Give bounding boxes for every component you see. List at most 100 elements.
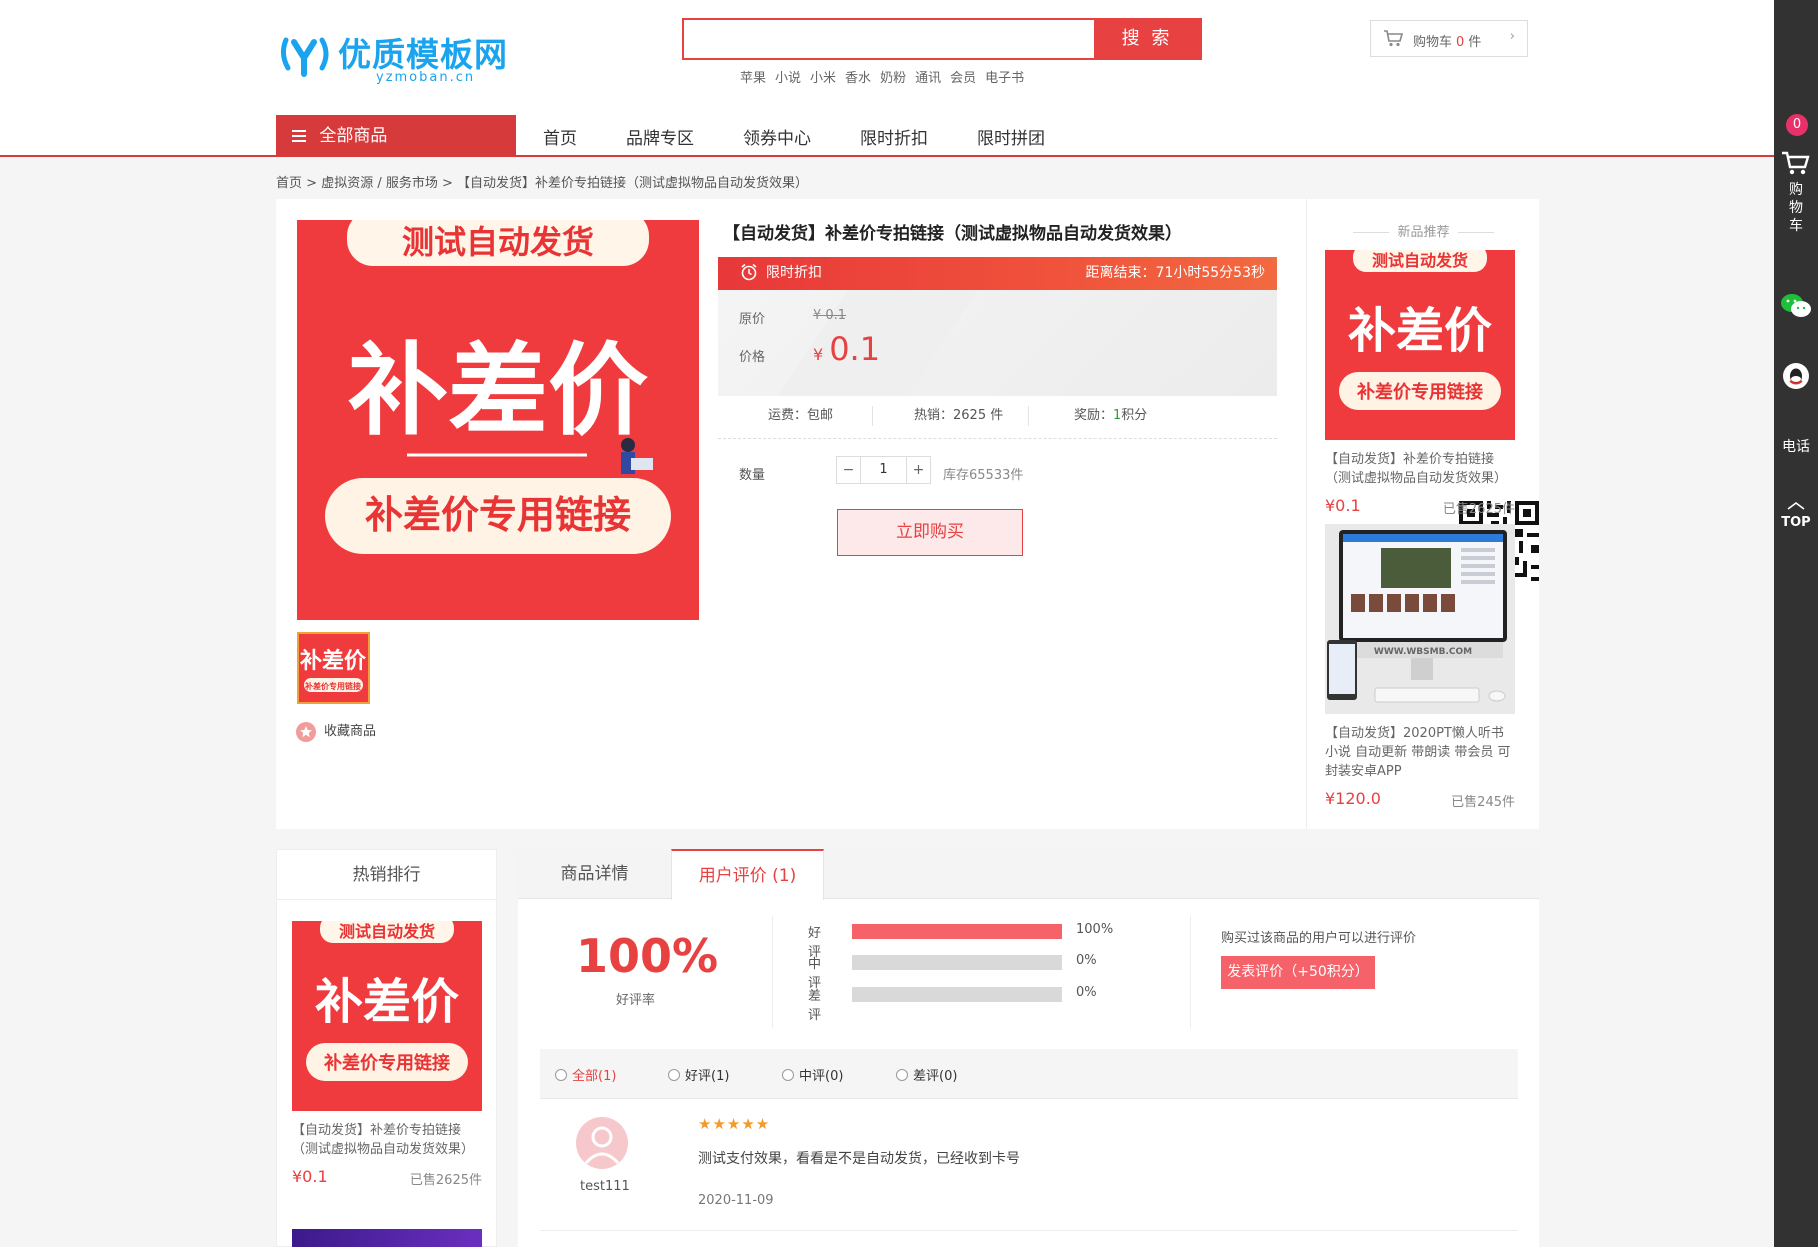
product-tabs-panel: 商品详情 用户评价 (1) 100% 好评率 好评 100% 中评 0% 差评 …	[518, 849, 1539, 1247]
hot-image-bottom-text: 补差价专用链接	[323, 1052, 450, 1074]
image-main-text: 补差价	[348, 332, 648, 449]
reward-info: 奖励：1积分	[1074, 406, 1147, 426]
countdown: 距离结束：71小时55分53秒	[1085, 265, 1265, 281]
recommend-item-price: ¥0.1	[1325, 496, 1361, 515]
review-eligibility-text: 购买过该商品的用户可以进行评价	[1221, 931, 1417, 946]
breadcrumb-category[interactable]: 虚拟资源 / 服务市场	[321, 176, 438, 191]
sidebar-cart-badge: 0	[1786, 114, 1808, 136]
new-products-panel: 新品推荐 测试自动发货 补差价 补差价专用链接 【自动发货】补差价专拍链接（测试…	[1306, 199, 1539, 829]
chevron-right-icon: ›	[1509, 29, 1515, 44]
filter-all-radio[interactable]: 全部(1)	[555, 1065, 616, 1084]
nav-item-group-buy[interactable]: 限时拼团	[977, 129, 1045, 149]
new-products-heading: 新品推荐	[1307, 221, 1540, 240]
breadcrumb-home[interactable]: 首页	[276, 176, 302, 191]
flash-sale-label: 限时折扣	[766, 265, 822, 281]
reward-label: 奖励：	[1074, 408, 1114, 423]
breadcrumb-current: 【自动发货】补差价专拍链接（测试虚拟物品自动发货效果）	[457, 176, 809, 191]
nav-item-coupons[interactable]: 领券中心	[743, 129, 811, 149]
positive-rate: 100%	[576, 929, 719, 983]
logo-name: 优质模板网	[338, 35, 508, 74]
hotword-link[interactable]: 奶粉	[880, 71, 906, 86]
rating-bar-percent: 0%	[1076, 985, 1097, 1000]
search-input[interactable]	[684, 20, 1096, 58]
recommend-item-name[interactable]: 【自动发货】补差价专拍链接（测试虚拟物品自动发货效果）	[1325, 450, 1515, 488]
tab-reviews[interactable]: 用户评价 (1)	[671, 849, 824, 900]
hot-item-sold: 已售2625件	[409, 1173, 482, 1188]
filter-negative-radio[interactable]: 差评(0)	[896, 1065, 957, 1084]
rating-bar-fill	[852, 924, 1062, 939]
product-thumbnail[interactable]: 补差价 补差价专用链接	[297, 632, 370, 704]
sidebar-phone-button[interactable]: 电话	[1774, 436, 1818, 456]
tab-details[interactable]: 商品详情	[518, 849, 671, 899]
cart-icon	[1384, 30, 1404, 47]
sidebar-cart-char: 车	[1789, 218, 1803, 234]
hot-search-words: 苹果 小说 小米 香水 奶粉 通讯 会员 电子书	[740, 67, 1033, 86]
review-text: 测试支付效果，看看是不是自动发货，已经收到卡号	[698, 1151, 1020, 1167]
search-bar: 搜 索	[682, 18, 1202, 60]
site-logo[interactable]: 优质模板网 yzmoban.cn	[280, 26, 520, 88]
shipping-info: 运费：包邮	[768, 408, 834, 423]
wechat-icon	[1781, 294, 1811, 317]
hot-sales-heading: 热销排行	[277, 850, 496, 900]
header-cart-button[interactable]: 购物车 0 件 ›	[1370, 20, 1528, 57]
nav-item-flash-sale[interactable]: 限时折扣	[860, 129, 928, 149]
post-review-button[interactable]: 发表评价（+50积分）	[1221, 956, 1375, 989]
recommend-image-top-text: 测试自动发货	[1372, 251, 1468, 270]
buy-now-button[interactable]: 立即购买	[837, 509, 1023, 556]
hotword-link[interactable]: 小说	[775, 71, 801, 86]
hot-item-name[interactable]: 【自动发货】补差价专拍链接（测试虚拟物品自动发货效果）	[292, 1121, 482, 1159]
quantity-value[interactable]: 1	[861, 457, 906, 483]
recommend-item[interactable]: WWW.WBSMB.COM 【自动发货】2020PT懒人听书小说 自动更新 带朗…	[1325, 524, 1515, 811]
nav-item-home[interactable]: 首页	[543, 129, 577, 149]
sales-info: 热销：2625 件	[914, 408, 1004, 423]
sidebar-qq-button[interactable]	[1774, 362, 1818, 394]
recommend-item-name[interactable]: 【自动发货】2020PT懒人听书小说 自动更新 带朗读 带会员 可封装安卓APP	[1325, 724, 1515, 781]
rating-bar-label: 差评	[808, 989, 822, 1023]
hotword-link[interactable]: 苹果	[740, 71, 766, 86]
price-value: 0.1	[829, 330, 881, 368]
favorite-label: 收藏商品	[324, 724, 377, 739]
breadcrumb: 首页 > 虚拟资源 / 服务市场 > 【自动发货】补差价专拍链接（测试虚拟物品自…	[276, 172, 808, 191]
recommend-image-screen-text: WWW.WBSMB.COM	[1374, 647, 1472, 657]
sidebar-wechat-button[interactable]	[1774, 292, 1818, 324]
filter-neutral-radio[interactable]: 中评(0)	[782, 1065, 843, 1084]
hot-item[interactable]: 测试自动发货 补差价 补差价专用链接 【自动发货】补差价专拍链接（测试虚拟物品自…	[292, 915, 482, 1189]
price-label: 价格	[739, 350, 766, 365]
thumbnail-main-text: 补差价	[299, 648, 367, 674]
all-categories-button[interactable]: 全部商品	[276, 115, 516, 157]
qq-icon	[1783, 363, 1809, 389]
nav-item-brands[interactable]: 品牌专区	[626, 129, 694, 149]
cart-count: 0	[1456, 35, 1465, 50]
image-bottom-text: 补差价专用链接	[365, 493, 631, 537]
rating-bar-percent: 0%	[1076, 953, 1097, 968]
hotword-link[interactable]: 会员	[950, 71, 976, 86]
recommend-item[interactable]: 测试自动发货 补差价 补差价专用链接 【自动发货】补差价专拍链接（测试虚拟物品自…	[1325, 244, 1515, 518]
filter-label: 好评(1)	[685, 1069, 730, 1084]
favorite-button[interactable]: 收藏商品	[296, 720, 376, 742]
increase-button[interactable]: +	[906, 457, 930, 483]
clock-icon	[741, 263, 757, 281]
filter-positive-radio[interactable]: 好评(1)	[668, 1065, 729, 1084]
decrease-button[interactable]: −	[837, 457, 861, 483]
hotword-link[interactable]: 小米	[810, 71, 836, 86]
recommend-image-main-text: 补差价	[1348, 303, 1492, 359]
breadcrumb-separator: >	[306, 176, 318, 191]
menu-icon	[292, 127, 306, 145]
hotword-link[interactable]: 香水	[845, 71, 871, 86]
filter-label: 全部(1)	[572, 1069, 617, 1084]
search-button[interactable]: 搜 索	[1094, 20, 1200, 58]
hot-item-image	[292, 1229, 482, 1247]
breadcrumb-separator: >	[442, 176, 453, 191]
hotword-link[interactable]: 通讯	[915, 71, 941, 86]
back-to-top-label: TOP	[1781, 515, 1811, 530]
logo-mark-icon	[280, 37, 329, 77]
cart-label: 购物车	[1413, 35, 1453, 50]
positive-rate-label: 好评率	[616, 993, 656, 1008]
back-to-top-button[interactable]: TOP	[1774, 498, 1818, 530]
hotword-link[interactable]: 电子书	[985, 71, 1024, 86]
sidebar-cart-char: 物	[1789, 200, 1803, 216]
quantity-label: 数量	[739, 468, 766, 483]
main-nav: 首页 品牌专区 领券中心 限时折扣 限时拼团	[543, 124, 1094, 149]
currency-symbol: ¥	[813, 345, 824, 364]
sidebar-cart-button[interactable]: 购 物 车	[1774, 150, 1818, 235]
